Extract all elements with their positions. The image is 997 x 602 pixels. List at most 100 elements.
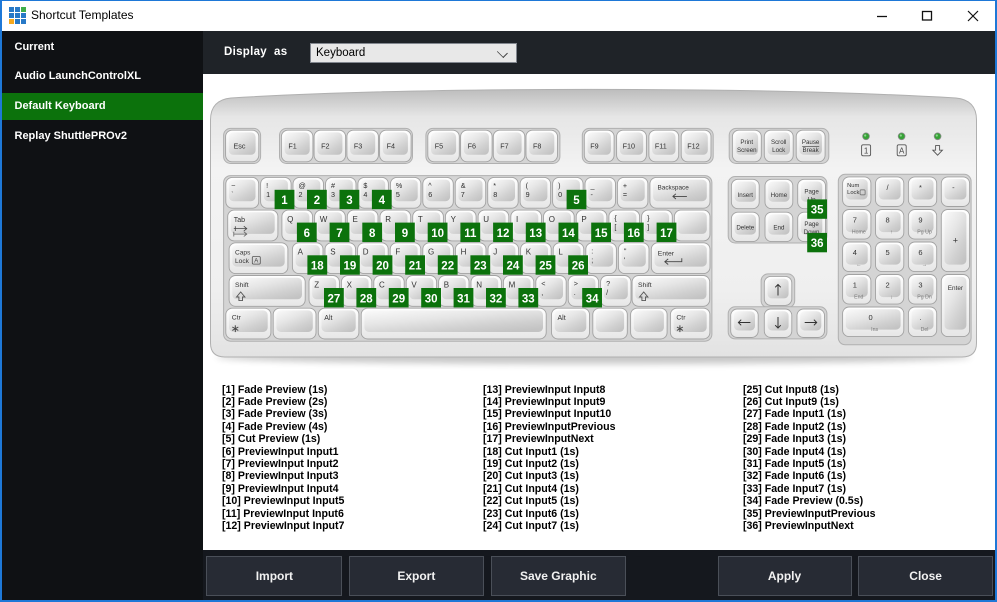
svg-text:Alt: Alt xyxy=(558,315,566,322)
svg-text:~: ~ xyxy=(231,181,235,190)
svg-text:D: D xyxy=(363,248,369,257)
svg-text:12: 12 xyxy=(497,228,510,240)
svg-text:F11: F11 xyxy=(655,142,667,151)
svg-text:P: P xyxy=(581,215,586,224)
svg-text:=: = xyxy=(623,190,627,199)
svg-text:Lock: Lock xyxy=(235,258,250,265)
svg-text:U: U xyxy=(483,215,489,224)
svg-text:2: 2 xyxy=(299,190,303,199)
svg-text:R: R xyxy=(385,215,391,224)
svg-text:<: < xyxy=(541,279,545,288)
svg-text:14: 14 xyxy=(562,228,575,240)
svg-text:18: 18 xyxy=(311,261,324,273)
svg-text:35: 35 xyxy=(811,205,824,217)
svg-text:4: 4 xyxy=(363,190,367,199)
svg-text:Page: Page xyxy=(804,188,819,195)
svg-text:1: 1 xyxy=(853,281,857,290)
svg-text:24: 24 xyxy=(507,261,520,273)
svg-text:7: 7 xyxy=(461,190,465,199)
svg-text:22: 22 xyxy=(441,261,454,273)
svg-text:F5: F5 xyxy=(435,142,443,151)
svg-text:Home: Home xyxy=(852,230,866,236)
svg-text:11: 11 xyxy=(464,228,477,240)
svg-text:Pg Up: Pg Up xyxy=(917,230,932,236)
svg-text:;: ; xyxy=(591,255,593,264)
svg-text:*: * xyxy=(919,183,922,192)
svg-text:Screen: Screen xyxy=(737,147,757,154)
svg-text:4: 4 xyxy=(379,195,386,207)
svg-text:J: J xyxy=(493,248,497,257)
svg-text:W: W xyxy=(320,215,328,224)
svg-text:Esc: Esc xyxy=(234,142,246,151)
svg-text:5: 5 xyxy=(396,190,400,199)
svg-text:`: ` xyxy=(231,190,233,199)
svg-text:F3: F3 xyxy=(354,142,362,151)
svg-text:F6: F6 xyxy=(468,142,476,151)
svg-text:9: 9 xyxy=(918,216,922,225)
svg-text:Page: Page xyxy=(804,221,819,228)
svg-text:3: 3 xyxy=(918,281,922,290)
svg-text:M: M xyxy=(509,280,516,289)
svg-text:F12: F12 xyxy=(687,142,699,151)
svg-text:8: 8 xyxy=(886,216,890,225)
svg-text:0: 0 xyxy=(558,190,562,199)
svg-text:,: , xyxy=(541,288,543,297)
svg-text:Insert: Insert xyxy=(738,192,754,199)
svg-text:F8: F8 xyxy=(533,142,541,151)
svg-text:Delete: Delete xyxy=(736,225,754,232)
svg-text:L: L xyxy=(558,248,563,257)
svg-text:23: 23 xyxy=(474,261,487,273)
svg-text:33: 33 xyxy=(522,293,535,305)
svg-text:31: 31 xyxy=(457,293,470,305)
svg-text:Del: Del xyxy=(921,327,929,333)
svg-text:21: 21 xyxy=(409,261,422,273)
svg-text:F9: F9 xyxy=(590,142,598,151)
svg-text:S: S xyxy=(330,248,335,257)
svg-text:$: $ xyxy=(363,181,367,190)
svg-text:Ctr: Ctr xyxy=(232,315,242,322)
svg-text:F7: F7 xyxy=(500,142,508,151)
svg-text:N: N xyxy=(476,280,482,289)
svg-text:20: 20 xyxy=(376,261,389,273)
svg-text:16: 16 xyxy=(627,228,640,240)
svg-text:15: 15 xyxy=(595,228,608,240)
svg-text:→: → xyxy=(922,262,927,268)
svg-text:25: 25 xyxy=(539,261,552,273)
svg-text:F4: F4 xyxy=(387,142,395,151)
svg-text:O: O xyxy=(549,215,555,224)
svg-text:G: G xyxy=(428,248,434,257)
svg-text:1: 1 xyxy=(864,147,869,156)
svg-text:6: 6 xyxy=(918,248,922,257)
svg-text:Shift: Shift xyxy=(235,282,249,289)
svg-text:2: 2 xyxy=(314,195,320,207)
svg-text:Print: Print xyxy=(740,139,753,146)
svg-text:↑: ↑ xyxy=(890,230,893,236)
svg-text:+: + xyxy=(623,181,627,190)
svg-text:F: F xyxy=(395,248,400,257)
svg-text:Enter: Enter xyxy=(948,285,964,292)
svg-text:8: 8 xyxy=(493,190,497,199)
svg-text:I: I xyxy=(516,215,518,224)
svg-text:Tab: Tab xyxy=(234,217,245,224)
svg-text:Pause: Pause xyxy=(802,139,820,146)
svg-text:Y: Y xyxy=(451,215,457,224)
svg-text:6: 6 xyxy=(304,228,310,240)
svg-text:9: 9 xyxy=(526,190,530,199)
svg-text:*: * xyxy=(493,181,496,190)
svg-text:Caps: Caps xyxy=(235,249,251,256)
svg-text:8: 8 xyxy=(369,228,376,240)
svg-text:#: # xyxy=(331,181,335,190)
svg-text:Num: Num xyxy=(847,183,859,189)
svg-text::: : xyxy=(591,246,593,255)
svg-text:Scroll: Scroll xyxy=(771,139,786,146)
svg-text:%: % xyxy=(396,181,403,190)
svg-text:[: [ xyxy=(614,223,616,232)
svg-text:6: 6 xyxy=(428,190,432,199)
svg-text:V: V xyxy=(411,280,417,289)
svg-text:C: C xyxy=(379,280,385,289)
svg-text:.: . xyxy=(919,313,921,322)
svg-text:28: 28 xyxy=(360,293,373,305)
svg-text:B: B xyxy=(444,280,449,289)
svg-text:19: 19 xyxy=(344,261,357,273)
svg-text:Lock: Lock xyxy=(847,190,859,196)
